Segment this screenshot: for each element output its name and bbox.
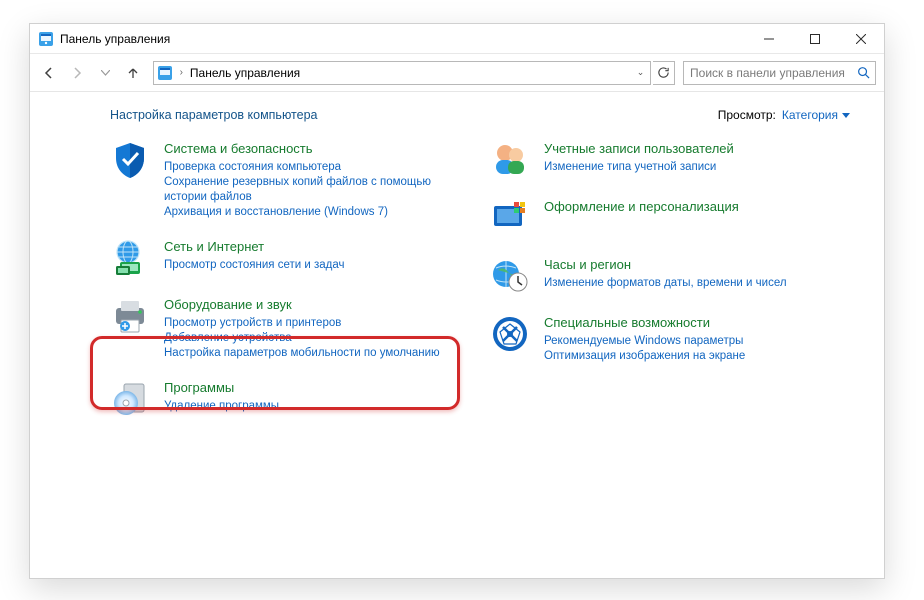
category-link[interactable]: Рекомендуемые Windows параметры: [544, 334, 830, 349]
nav-toolbar: › Панель управления ⌄: [30, 54, 884, 92]
category-title[interactable]: Специальные возможности: [544, 314, 830, 332]
category-hardware-sound: Оборудование и звук Просмотр устройств и…: [110, 292, 450, 375]
shield-icon: [110, 140, 150, 180]
page-header: Настройка параметров компьютера Просмотр…: [110, 108, 850, 136]
category-system-security: Система и безопасность Проверка состояни…: [110, 136, 450, 234]
close-button[interactable]: [838, 24, 884, 54]
category-link[interactable]: Просмотр устройств и принтеров: [164, 316, 450, 331]
category-title[interactable]: Система и безопасность: [164, 140, 450, 158]
category-link[interactable]: Изменение форматов даты, времени и чисел: [544, 276, 830, 291]
control-panel-window: Панель управления: [29, 23, 885, 579]
category-programs: Программы Удаление программы: [110, 375, 450, 433]
ease-of-access-icon: [490, 314, 530, 354]
category-title[interactable]: Оборудование и звук: [164, 296, 450, 314]
category-ease-of-access: Специальные возможности Рекомендуемые Wi…: [490, 310, 830, 378]
category-title[interactable]: Сеть и Интернет: [164, 238, 450, 256]
refresh-button[interactable]: [653, 61, 675, 85]
breadcrumb-root[interactable]: Панель управления: [186, 66, 304, 80]
search-input[interactable]: [684, 66, 851, 80]
category-link[interactable]: Проверка состояния компьютера: [164, 160, 450, 175]
back-button[interactable]: [36, 59, 62, 87]
minimize-button[interactable]: [746, 24, 792, 54]
content-area: Настройка параметров компьютера Просмотр…: [30, 92, 884, 578]
titlebar: Панель управления: [30, 24, 884, 54]
view-by-value: Категория: [782, 108, 838, 122]
chevron-down-icon[interactable]: ⌄: [632, 67, 650, 78]
page-title: Настройка параметров компьютера: [110, 108, 317, 122]
search-box[interactable]: [683, 61, 876, 85]
category-network: Сеть и Интернет Просмотр состояния сети …: [110, 234, 450, 292]
category-link[interactable]: Настройка параметров мобильности по умол…: [164, 346, 450, 361]
personalization-icon: [490, 198, 530, 238]
category-link[interactable]: Изменение типа учетной записи: [544, 160, 830, 175]
category-link[interactable]: Добавление устройства: [164, 331, 450, 346]
maximize-button[interactable]: [792, 24, 838, 54]
category-clock-region: Часы и регион Изменение форматов даты, в…: [490, 252, 830, 310]
search-icon[interactable]: [851, 62, 875, 84]
printer-icon: [110, 296, 150, 336]
category-link[interactable]: Удаление программы: [164, 399, 450, 414]
control-panel-icon: [38, 31, 54, 47]
chevron-right-icon[interactable]: ›: [177, 67, 186, 78]
category-link[interactable]: Просмотр состояния сети и задач: [164, 258, 450, 273]
address-bar[interactable]: › Панель управления ⌄: [153, 61, 651, 85]
window-title: Панель управления: [60, 32, 170, 46]
category-title[interactable]: Программы: [164, 379, 450, 397]
users-icon: [490, 140, 530, 180]
globe-network-icon: [110, 238, 150, 278]
clock-globe-icon: [490, 256, 530, 296]
up-button[interactable]: [120, 59, 146, 87]
recent-locations-button[interactable]: [92, 59, 118, 87]
category-title[interactable]: Оформление и персонализация: [544, 198, 830, 216]
category-link[interactable]: Сохранение резервных копий файлов с помо…: [164, 175, 450, 205]
control-panel-icon: [157, 65, 173, 81]
category-title[interactable]: Часы и регион: [544, 256, 830, 274]
category-link[interactable]: Оптимизация изображения на экране: [544, 349, 830, 364]
view-by-label: Просмотр:: [718, 108, 776, 122]
left-column: Система и безопасность Проверка состояни…: [110, 136, 450, 433]
category-title[interactable]: Учетные записи пользователей: [544, 140, 830, 158]
chevron-down-icon: [842, 113, 850, 118]
view-by-dropdown[interactable]: Категория: [782, 108, 850, 122]
forward-button[interactable]: [64, 59, 90, 87]
category-appearance: Оформление и персонализация: [490, 194, 830, 252]
category-link[interactable]: Архивация и восстановление (Windows 7): [164, 205, 450, 220]
category-user-accounts: Учетные записи пользователей Изменение т…: [490, 136, 830, 194]
right-column: Учетные записи пользователей Изменение т…: [490, 136, 830, 433]
disc-box-icon: [110, 379, 150, 419]
